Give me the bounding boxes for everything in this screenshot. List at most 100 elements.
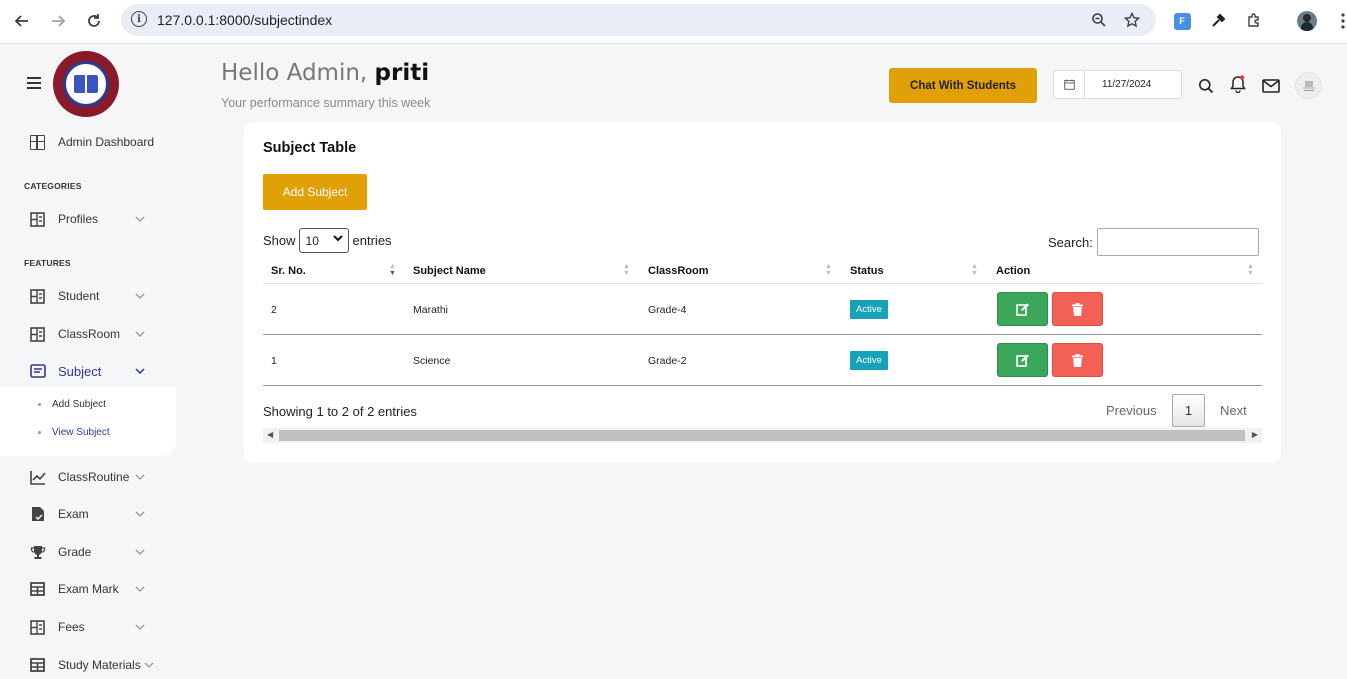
section-categories: CATEGORIES — [24, 181, 82, 191]
sort-icon[interactable]: ▲ ▼ — [623, 263, 630, 277]
column-header-action[interactable]: Action — [996, 265, 1030, 277]
exam-icon — [29, 506, 46, 523]
forward-icon[interactable] — [47, 10, 69, 32]
subject-icon — [29, 363, 46, 380]
cell-subject-name: Marathi — [413, 304, 449, 316]
sidebar-item-fees[interactable]: Fees — [0, 612, 176, 642]
edit-icon — [1016, 354, 1029, 367]
cell-subject-name: Science — [413, 355, 451, 367]
chevron-down-icon — [134, 472, 145, 483]
sort-icon[interactable]: ▲ ▼ — [825, 263, 832, 277]
cell-classroom: Grade-4 — [648, 304, 687, 316]
notification-bell-icon[interactable] — [1228, 74, 1248, 94]
chevron-down-icon — [134, 214, 145, 225]
extension-fi-icon[interactable]: F — [1171, 10, 1193, 32]
mail-icon[interactable] — [1261, 76, 1281, 96]
date-picker[interactable]: 11/27/2024 — [1053, 70, 1182, 99]
reload-icon[interactable] — [83, 10, 105, 32]
chevron-down-icon — [143, 660, 154, 671]
chat-with-students-button[interactable]: Chat With Students — [889, 68, 1037, 103]
school-logo — [53, 51, 119, 117]
more-menu-icon[interactable] — [1332, 10, 1347, 32]
table-icon — [29, 581, 46, 598]
classroom-icon — [29, 326, 46, 343]
sidebar-item-subject[interactable]: Subject — [0, 356, 176, 386]
chevron-down-icon — [332, 234, 343, 245]
calendar-icon[interactable] — [1054, 71, 1085, 98]
address-bar[interactable]: i 127.0.0.1:8000/subjectindex — [121, 4, 1156, 36]
edit-icon — [1016, 303, 1029, 316]
delete-button[interactable] — [1052, 292, 1103, 326]
sort-icon[interactable]: ▲ ▼ — [971, 263, 978, 277]
sidebar-item-grade[interactable]: Grade — [0, 537, 176, 567]
sidebar-item-profiles[interactable]: Profiles — [0, 204, 176, 234]
zoom-icon[interactable] — [1089, 10, 1109, 30]
chart-line-icon — [29, 469, 46, 486]
column-header-sr-no[interactable]: Sr. No. — [271, 265, 306, 277]
student-icon — [29, 288, 46, 305]
eyedropper-icon[interactable] — [1207, 10, 1229, 32]
search-icon[interactable] — [1196, 76, 1216, 96]
column-header-subject-name[interactable]: Subject Name — [413, 265, 486, 277]
sidebar-item-classroom[interactable]: ClassRoom — [0, 319, 176, 349]
back-icon[interactable] — [11, 10, 33, 32]
sort-icon[interactable]: ▲ ▼ — [389, 263, 396, 277]
url-text[interactable]: 127.0.0.1:8000/subjectindex — [157, 12, 332, 28]
table-row: 2 Marathi Grade-4 Active — [263, 284, 1262, 335]
page-greeting: Hello Admin, priti — [221, 60, 430, 86]
profile-avatar-icon[interactable] — [1296, 10, 1318, 32]
cell-classroom: Grade-2 — [648, 355, 687, 367]
edit-button[interactable] — [997, 292, 1048, 326]
sidebar-item-admin-dashboard[interactable]: Admin Dashboard — [0, 127, 176, 157]
menu-toggle-icon[interactable] — [27, 77, 41, 92]
cell-sr-no: 1 — [271, 355, 277, 367]
site-info-icon[interactable]: i — [131, 11, 147, 27]
extensions-puzzle-icon[interactable] — [1243, 10, 1265, 32]
chevron-down-icon — [134, 622, 145, 633]
pagination-next[interactable]: Next — [1220, 403, 1247, 418]
sidebar-item-exam-mark[interactable]: Exam Mark — [0, 574, 176, 604]
scrollbar-thumb[interactable] — [279, 430, 1245, 441]
scroll-left-icon[interactable]: ◀ — [267, 430, 273, 439]
table-row: 1 Science Grade-2 Active — [263, 335, 1262, 386]
card-title: Subject Table — [263, 140, 357, 156]
sidebar-item-exam[interactable]: Exam — [0, 499, 176, 529]
table-search: Search: — [1048, 228, 1259, 256]
trash-icon — [1072, 353, 1083, 367]
delete-button[interactable] — [1052, 343, 1103, 377]
table-header: Sr. No. ▲ ▼ Subject Name ▲ ▼ ClassRoom ▲ ▼ … — [263, 260, 1262, 284]
entries-length-control: Show 10 entries — [263, 228, 392, 253]
add-subject-button[interactable]: Add Subject — [263, 174, 367, 210]
pagination-previous[interactable]: Previous — [1106, 403, 1157, 418]
chevron-down-icon — [134, 366, 145, 377]
sidebar: Admin Dashboard CATEGORIES Profiles FEAT… — [0, 44, 176, 679]
search-input[interactable] — [1096, 228, 1259, 256]
entries-select[interactable]: 10 — [298, 228, 349, 253]
sidebar-item-classroutine[interactable]: ClassRoutine — [0, 462, 176, 492]
submenu-add-subject[interactable]: Add Subject — [38, 399, 106, 410]
column-header-classroom[interactable]: ClassRoom — [648, 265, 709, 277]
edit-button[interactable] — [997, 343, 1048, 377]
trash-icon — [1072, 302, 1083, 316]
grid-icon — [29, 134, 46, 151]
sort-icon[interactable]: ▲ ▼ — [1247, 263, 1254, 277]
subject-submenu: Add Subject View Subject — [0, 387, 176, 456]
table-icon — [29, 657, 46, 674]
pagination-page-1[interactable]: 1 — [1172, 394, 1205, 427]
table-info: Showing 1 to 2 of 2 entries — [263, 404, 417, 419]
status-badge: Active — [850, 300, 888, 319]
cell-sr-no: 2 — [271, 304, 277, 316]
column-header-status[interactable]: Status — [850, 265, 884, 277]
date-value[interactable]: 11/27/2024 — [1102, 79, 1151, 90]
sidebar-item-student[interactable]: Student — [0, 281, 176, 311]
browser-toolbar: i 127.0.0.1:8000/subjectindex F — [0, 0, 1347, 44]
scroll-right-icon[interactable]: ▶ — [1252, 430, 1258, 439]
profile-icon — [29, 211, 46, 228]
horizontal-scrollbar[interactable]: ◀ ▶ — [263, 428, 1262, 443]
sidebar-item-study-materials[interactable]: Study Materials — [0, 650, 176, 679]
bookmark-star-icon[interactable] — [1122, 10, 1142, 30]
chevron-down-icon — [134, 509, 145, 520]
section-features: FEATURES — [24, 258, 71, 268]
user-avatar[interactable] — [1295, 72, 1322, 99]
submenu-view-subject[interactable]: View Subject — [38, 427, 110, 438]
